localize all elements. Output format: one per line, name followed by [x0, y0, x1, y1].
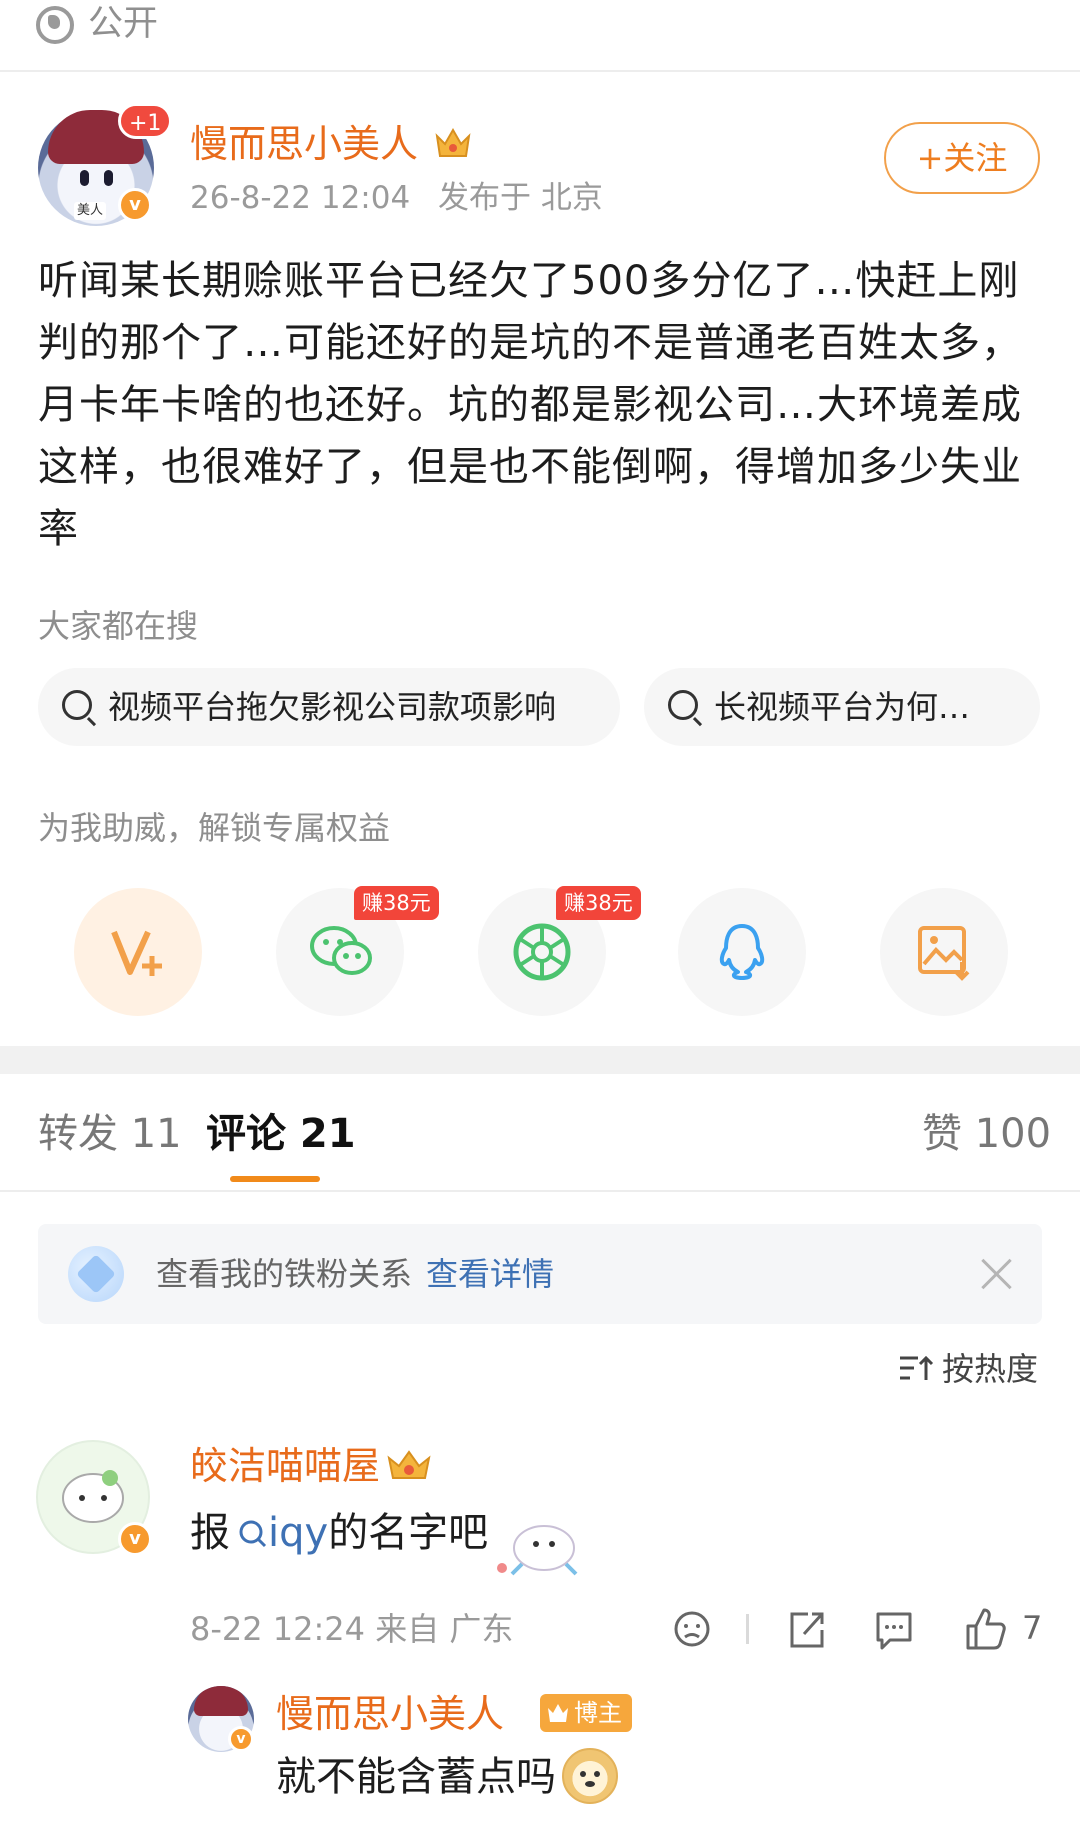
qq-share-button[interactable]	[678, 888, 806, 1016]
crown-icon	[548, 1704, 568, 1722]
reply-text: 就不能含蓄点吗	[276, 1754, 556, 1800]
author-name[interactable]: 慢而思小美人	[190, 118, 418, 170]
earn-badge: 赚38元	[354, 886, 439, 920]
weibo-vplus-button[interactable]	[74, 888, 202, 1016]
search-term: iqy	[268, 1510, 329, 1556]
doge-face	[580, 1771, 600, 1787]
fans-relation-text: 查看我的铁粉关系 查看详情	[156, 1224, 554, 1324]
dislike-face-icon[interactable]	[672, 1604, 712, 1654]
verified-badge-icon: v	[118, 188, 152, 222]
fans-relation-bar: 查看我的铁粉关系 查看详情	[38, 1224, 1042, 1324]
post-meta: 26-8-22 12:04 发布于 北京	[190, 176, 603, 220]
notification-badge: +1	[118, 103, 173, 139]
diamond-icon	[68, 1246, 124, 1302]
wechat-icon	[310, 926, 372, 975]
save-image-icon	[918, 926, 970, 981]
tab-active-indicator	[230, 1176, 320, 1182]
share-icon[interactable]	[786, 1604, 826, 1654]
close-icon[interactable]	[980, 1258, 1012, 1290]
weibo-vplus-icon	[111, 930, 162, 976]
doge-emoji-icon	[562, 1748, 618, 1804]
qq-icon	[719, 924, 765, 980]
follow-button[interactable]: +关注	[884, 122, 1040, 194]
section-separator	[0, 1046, 1080, 1074]
post-location: 发布于 北京	[438, 180, 603, 216]
moments-icon	[513, 923, 571, 981]
host-badge-label: 博主	[574, 1699, 622, 1727]
crown-icon	[387, 1450, 431, 1479]
search-link[interactable]: iqy	[238, 1510, 328, 1556]
search-icon	[62, 690, 92, 720]
search-chip[interactable]: 长视频平台为何…	[644, 668, 1040, 746]
comment-text: 报 iqy的名字吧	[190, 1504, 488, 1562]
reply-icon[interactable]	[874, 1604, 914, 1654]
tab-likes[interactable]: 赞 100	[922, 1106, 1051, 1162]
support-label: 为我助威，解锁专属权益	[38, 809, 391, 847]
search-section-label: 大家都在搜	[38, 607, 199, 645]
search-icon	[239, 1520, 267, 1548]
comment-meta: 8-22 12:24 来自 广东	[190, 1610, 514, 1648]
divider	[0, 70, 1080, 72]
crown-icon	[435, 127, 471, 157]
search-chip[interactable]: 视频平台拖欠影视公司款项影响	[38, 668, 620, 746]
post-body: 听闻某长期赊账平台已经欠了500多分亿了…快赶上刚判的那个了…可能还好的是坑的不…	[38, 258, 1022, 552]
verified-badge-icon: v	[228, 1726, 254, 1752]
sticker-image	[497, 1525, 578, 1576]
search-icon	[668, 690, 698, 720]
reply-author-name[interactable]: 慢而思小美人	[276, 1688, 504, 1740]
visibility-label: 公开	[88, 4, 159, 44]
like-count: 7	[1022, 1609, 1043, 1647]
comment-text-prefix: 报	[190, 1510, 230, 1556]
host-badge: 博主	[540, 1694, 632, 1732]
search-chip-label: 视频平台拖欠影视公司款项影响	[108, 688, 557, 726]
commenter-name[interactable]: 皎洁喵喵屋	[190, 1440, 380, 1492]
sort-label: 按热度	[942, 1350, 1039, 1388]
sort-icon	[900, 1355, 934, 1380]
comment-text-suffix: 的名字吧	[328, 1510, 489, 1556]
tab-repost[interactable]: 转发 11	[38, 1106, 182, 1162]
globe-icon	[36, 6, 74, 44]
fans-relation-label: 查看我的铁粉关系	[156, 1255, 413, 1293]
earn-badge: 赚38元	[556, 886, 641, 920]
verified-badge-icon: v	[118, 1522, 152, 1556]
view-details-link[interactable]: 查看详情	[426, 1255, 554, 1293]
like-icon[interactable]	[964, 1604, 1008, 1654]
action-separator	[746, 1614, 749, 1644]
avatar-tag: 美人	[74, 202, 107, 220]
sort-by-hot-button[interactable]: 按热度	[898, 1346, 1038, 1392]
search-chip-label: 长视频平台为何…	[714, 688, 971, 726]
tab-comments[interactable]: 评论 21	[206, 1106, 356, 1162]
save-image-button[interactable]	[880, 888, 1008, 1016]
post-time: 26-8-22 12:04	[190, 180, 411, 216]
divider	[0, 1190, 1080, 1192]
